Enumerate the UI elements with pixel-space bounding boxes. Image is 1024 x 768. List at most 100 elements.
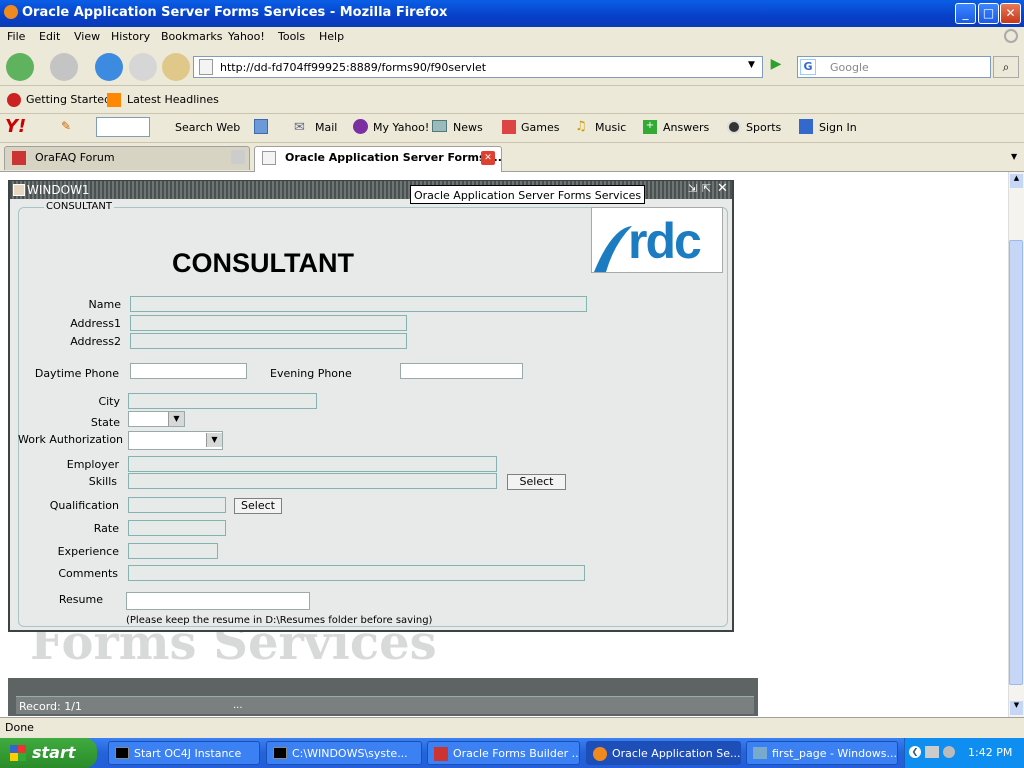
volume-icon[interactable]: [943, 746, 955, 758]
forward-icon[interactable]: [50, 53, 78, 81]
maximize-button[interactable]: □: [978, 3, 999, 24]
evening-phone-field[interactable]: [400, 363, 523, 379]
clock: 1:42 PM: [968, 746, 1013, 759]
task-oc4j[interactable]: Start OC4J Instance: [108, 741, 260, 765]
work-authorization-dropdown[interactable]: ▼: [128, 431, 223, 450]
url-dropdown-icon[interactable]: ▼: [748, 60, 755, 70]
scrollbar-thumb[interactable]: [1009, 240, 1023, 685]
window-title-bar[interactable]: Oracle Application Server Forms Services…: [0, 0, 1024, 27]
scroll-up-icon[interactable]: ▲: [1010, 174, 1023, 188]
search-icon[interactable]: ⌕: [993, 56, 1019, 78]
resume-field[interactable]: [126, 592, 310, 610]
skills-select-button[interactable]: Select: [507, 474, 566, 490]
tab-list-icon[interactable]: ▼: [1011, 152, 1017, 161]
firefox-icon: [4, 5, 18, 19]
menu-bookmarks[interactable]: Bookmarks: [161, 30, 222, 43]
comments-label: Comments: [58, 567, 118, 580]
qualification-select-button[interactable]: Select: [234, 498, 282, 514]
yahoo-mail[interactable]: Mail: [315, 121, 337, 134]
home-icon[interactable]: [162, 53, 190, 81]
menu-help[interactable]: Help: [319, 30, 344, 43]
employer-label: Employer: [66, 458, 119, 471]
network-icon[interactable]: [925, 746, 939, 758]
comments-field[interactable]: [128, 565, 585, 581]
forms-builder-icon: [434, 747, 448, 761]
google-icon[interactable]: G: [800, 59, 816, 75]
daytime-phone-field[interactable]: [130, 363, 247, 379]
city-label: City: [98, 395, 120, 408]
task-cmd[interactable]: C:\WINDOWS\syste...: [266, 741, 422, 765]
close-button[interactable]: ✕: [1000, 3, 1021, 24]
menu-history[interactable]: History: [111, 30, 150, 43]
window-title: Oracle Application Server Forms Services…: [22, 5, 448, 20]
yahoo-games[interactable]: Games: [521, 121, 559, 134]
tab-label: OraFAQ Forum: [35, 151, 115, 164]
image-viewer-icon: [753, 747, 767, 759]
tab-close-icon[interactable]: [231, 150, 245, 164]
address2-field[interactable]: [130, 333, 407, 349]
back-icon[interactable]: [6, 53, 34, 81]
rate-field[interactable]: [128, 520, 226, 536]
status-ellipsis: ...: [233, 700, 243, 711]
url-text[interactable]: http://dd-fd704ff99925:8889/forms90/f90s…: [220, 61, 486, 74]
bookmark-getting-started[interactable]: Getting Started: [26, 93, 111, 106]
scroll-down-icon[interactable]: ▼: [1010, 701, 1023, 715]
task-first-page[interactable]: first_page - Windows...: [746, 741, 898, 765]
start-button[interactable]: start: [0, 738, 97, 768]
resume-label: Resume: [58, 593, 103, 606]
menu-view[interactable]: View: [74, 30, 100, 43]
shield-icon[interactable]: [254, 119, 268, 134]
answers-icon: +: [643, 120, 657, 134]
experience-field[interactable]: [128, 543, 218, 559]
yahoo-news[interactable]: News: [453, 121, 483, 134]
chevron-down-icon[interactable]: ▼: [206, 433, 222, 447]
menu-file[interactable]: File: [7, 30, 25, 43]
go-icon[interactable]: ▶: [764, 56, 788, 78]
task-forms-builder[interactable]: Oracle Forms Builder ...: [427, 741, 580, 765]
task-firefox[interactable]: Oracle Application Se...: [586, 741, 741, 765]
employer-field[interactable]: [128, 456, 497, 472]
games-icon: [502, 120, 516, 134]
yahoo-search-input[interactable]: [96, 117, 150, 137]
tab-close-icon[interactable]: ✕: [481, 151, 495, 165]
menu-tools[interactable]: Tools: [278, 30, 305, 43]
forms-maximize-icon[interactable]: ⇱: [702, 182, 711, 195]
yahoo-sports[interactable]: Sports: [746, 121, 781, 134]
forms-minimize-icon[interactable]: ⇲: [688, 182, 697, 195]
tab-orafaq[interactable]: OraFAQ Forum: [4, 146, 250, 170]
yahoo-answers[interactable]: Answers: [663, 121, 709, 134]
pencil-icon[interactable]: ✎: [61, 119, 71, 133]
state-dropdown[interactable]: ▼: [128, 411, 185, 427]
daytime-phone-label: Daytime Phone: [34, 367, 119, 380]
frame-label: CONSULTANT: [44, 201, 114, 212]
search-box[interactable]: [797, 56, 991, 78]
yahoo-logo-icon[interactable]: Y!: [5, 116, 26, 137]
menu-edit[interactable]: Edit: [39, 30, 60, 43]
name-field[interactable]: [130, 296, 587, 312]
forms-close-icon[interactable]: ✕: [717, 181, 728, 196]
minimize-button[interactable]: _: [955, 3, 976, 24]
qualification-label: Qualification: [49, 499, 119, 512]
yahoo-my-yahoo[interactable]: My Yahoo!: [373, 121, 429, 134]
reload-icon[interactable]: [95, 53, 123, 81]
yahoo-search-web[interactable]: Search Web: [175, 121, 240, 134]
city-field[interactable]: [128, 393, 317, 409]
yahoo-music[interactable]: Music: [595, 121, 626, 134]
record-indicator: Record: 1/1: [19, 700, 82, 713]
orafaq-icon: [12, 151, 26, 165]
chevron-down-icon[interactable]: ▼: [168, 412, 184, 426]
skills-field[interactable]: [128, 473, 497, 489]
task-label: Oracle Application Se...: [612, 747, 741, 760]
logo-text: rdc: [628, 213, 702, 269]
my-yahoo-icon: [353, 119, 368, 134]
mail-icon: ✉: [294, 120, 305, 135]
menu-yahoo[interactable]: Yahoo!: [228, 30, 265, 43]
qualification-field[interactable]: [128, 497, 226, 513]
bookmark-latest-headlines[interactable]: Latest Headlines: [127, 93, 219, 106]
stop-icon[interactable]: [129, 53, 157, 81]
address1-field[interactable]: [130, 315, 407, 331]
tray-expand-icon[interactable]: ❮: [909, 746, 921, 758]
tab-oracle-forms[interactable]: Oracle Application Server Forms ... ✕: [254, 146, 502, 172]
yahoo-sign-in[interactable]: Sign In: [819, 121, 857, 134]
search-input[interactable]: Google: [830, 61, 869, 74]
